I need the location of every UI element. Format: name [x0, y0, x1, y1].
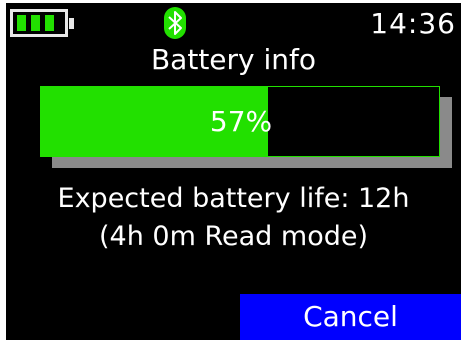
cancel-button[interactable]: Cancel [240, 294, 461, 340]
page-title: Battery info [150, 43, 317, 76]
read-mode-text: (4h 0m Read mode) [99, 221, 368, 252]
battery-segment [17, 15, 26, 31]
clock: 14:36 [370, 7, 456, 40]
battery-segment [31, 15, 40, 31]
device-screen: 14:36 Battery info 57% Expected battery … [6, 3, 461, 340]
battery-percent-label: 57% [209, 105, 273, 138]
battery-segment [45, 15, 54, 31]
bluetooth-icon [164, 7, 186, 39]
battery-icon [10, 9, 74, 37]
expected-life-text: Expected battery life: 12h [57, 183, 410, 214]
battery-level-bar: 57% [40, 86, 440, 157]
